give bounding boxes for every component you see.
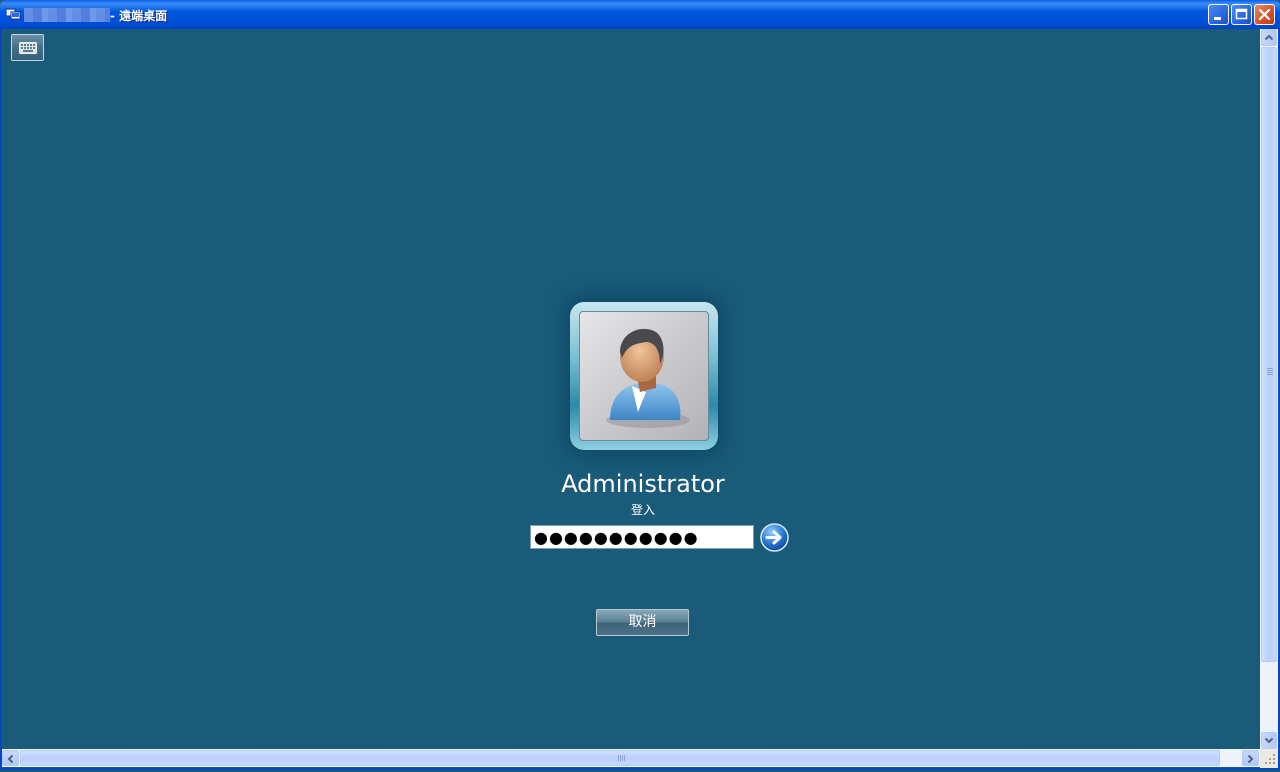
keyboard-icon [19, 42, 37, 54]
vertical-scrollbar[interactable] [1260, 29, 1278, 749]
scroll-down-button[interactable] [1261, 732, 1277, 749]
vertical-scroll-thumb[interactable] [1261, 47, 1277, 662]
chevron-right-icon [1247, 754, 1254, 764]
scroll-right-button[interactable] [1242, 750, 1259, 766]
cancel-button[interactable]: 取消 [596, 609, 689, 636]
arrow-right-icon [760, 523, 789, 552]
chevron-up-icon [1264, 34, 1274, 41]
maximize-icon [1235, 8, 1248, 20]
scroll-grip-icon [1267, 368, 1273, 375]
horizontal-scroll-thumb[interactable] [20, 750, 1220, 766]
avatar [579, 311, 709, 441]
minimize-icon [1214, 17, 1221, 20]
redacted-host-name [24, 8, 110, 22]
remote-desktop-icon [5, 6, 21, 22]
close-icon [1258, 8, 1271, 21]
scroll-grip-icon [618, 755, 625, 761]
login-status-label: 登入 [630, 503, 655, 517]
horizontal-scrollbar[interactable] [2, 749, 1260, 767]
chevron-left-icon [7, 754, 14, 764]
on-screen-keyboard-button[interactable] [11, 34, 44, 61]
password-field[interactable] [530, 525, 754, 549]
resize-grip[interactable] [1260, 749, 1278, 768]
minimize-button[interactable] [1208, 4, 1229, 25]
window-title: - 遠端桌面 [110, 9, 168, 23]
remote-desktop-viewport[interactable]: Administrator 登入 取消 [2, 29, 1260, 749]
maximize-button[interactable] [1231, 4, 1252, 25]
resize-grip-icon [1265, 754, 1275, 764]
chevron-down-icon [1264, 737, 1274, 744]
user-avatar-frame [570, 302, 718, 450]
user-name: Administrator [561, 470, 725, 498]
user-silhouette-icon [606, 328, 690, 428]
scroll-up-button[interactable] [1261, 29, 1277, 46]
window-titlebar[interactable]: - 遠端桌面 [0, 0, 1280, 29]
close-button[interactable] [1254, 4, 1275, 25]
scroll-left-button[interactable] [2, 750, 19, 766]
submit-login-button[interactable] [760, 523, 789, 552]
